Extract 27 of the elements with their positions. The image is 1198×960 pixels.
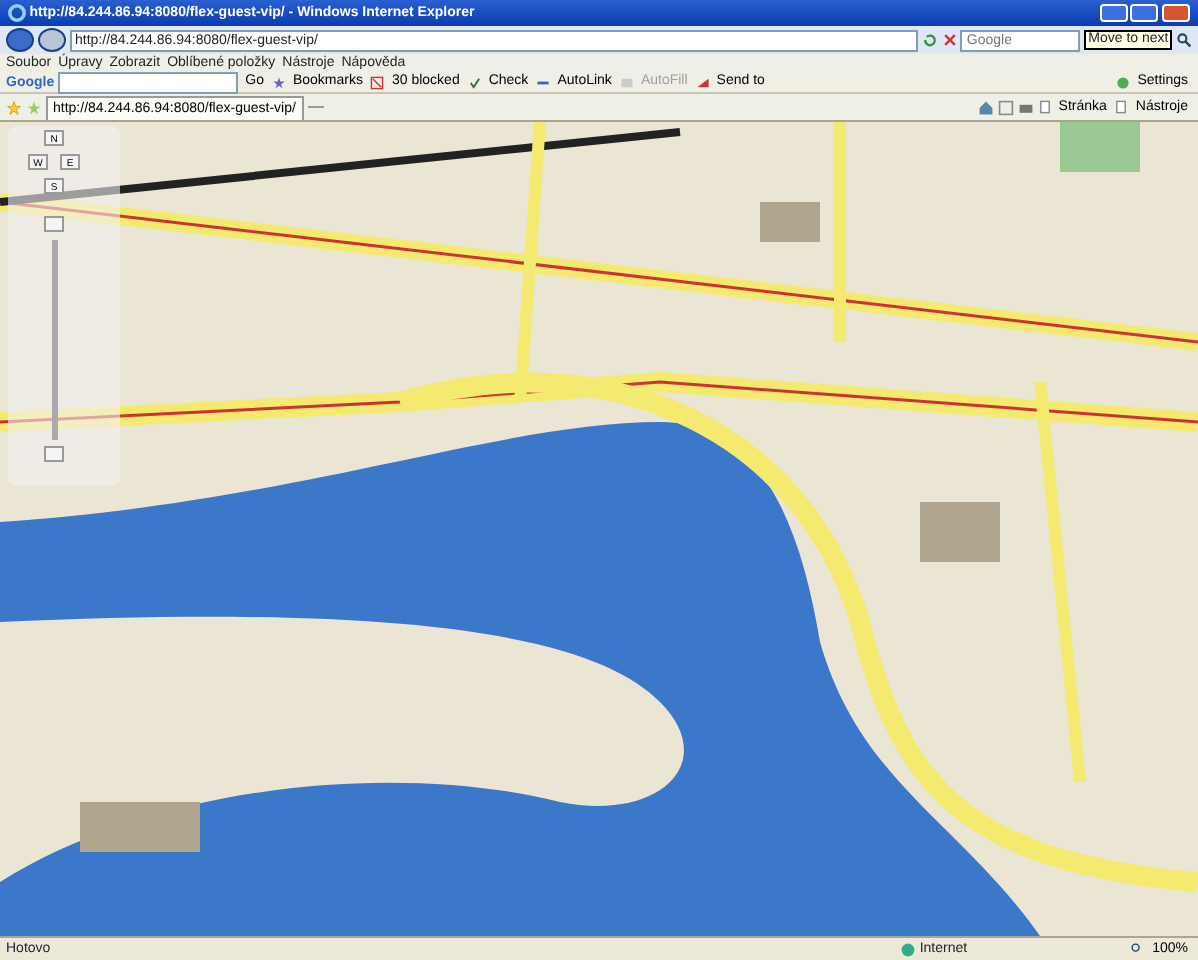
- google-search-field[interactable]: [57, 71, 238, 93]
- globe-icon: [900, 941, 917, 957]
- refresh-icon: [921, 32, 938, 48]
- page-icon: [1114, 100, 1129, 114]
- home-icon: [978, 99, 995, 115]
- add-favorite-icon: [25, 99, 42, 115]
- ie-logo-icon: [8, 4, 26, 22]
- zoom-slider-track[interactable]: [52, 240, 58, 440]
- feed-icon: [998, 99, 1015, 115]
- minimize-button[interactable]: [1099, 4, 1127, 22]
- star-icon: [271, 75, 286, 89]
- zoom-in-button[interactable]: [44, 216, 64, 232]
- favorites-star-icon: [6, 99, 22, 115]
- print-icon: [1017, 99, 1034, 115]
- settings-icon: [1115, 75, 1130, 89]
- close-button[interactable]: [1162, 4, 1190, 22]
- zoom-out-button[interactable]: [44, 446, 64, 462]
- back-button[interactable]: [6, 28, 34, 52]
- check-icon: [467, 75, 482, 89]
- forward-button[interactable]: [37, 28, 66, 52]
- maximize-button[interactable]: [1130, 4, 1159, 22]
- form-icon: [619, 75, 634, 89]
- page-icon: [1037, 100, 1052, 114]
- blocked-popup-icon: [370, 75, 385, 89]
- magnifier-icon: [1130, 942, 1145, 956]
- stop-icon: [941, 32, 958, 48]
- search-icon: [1176, 32, 1192, 48]
